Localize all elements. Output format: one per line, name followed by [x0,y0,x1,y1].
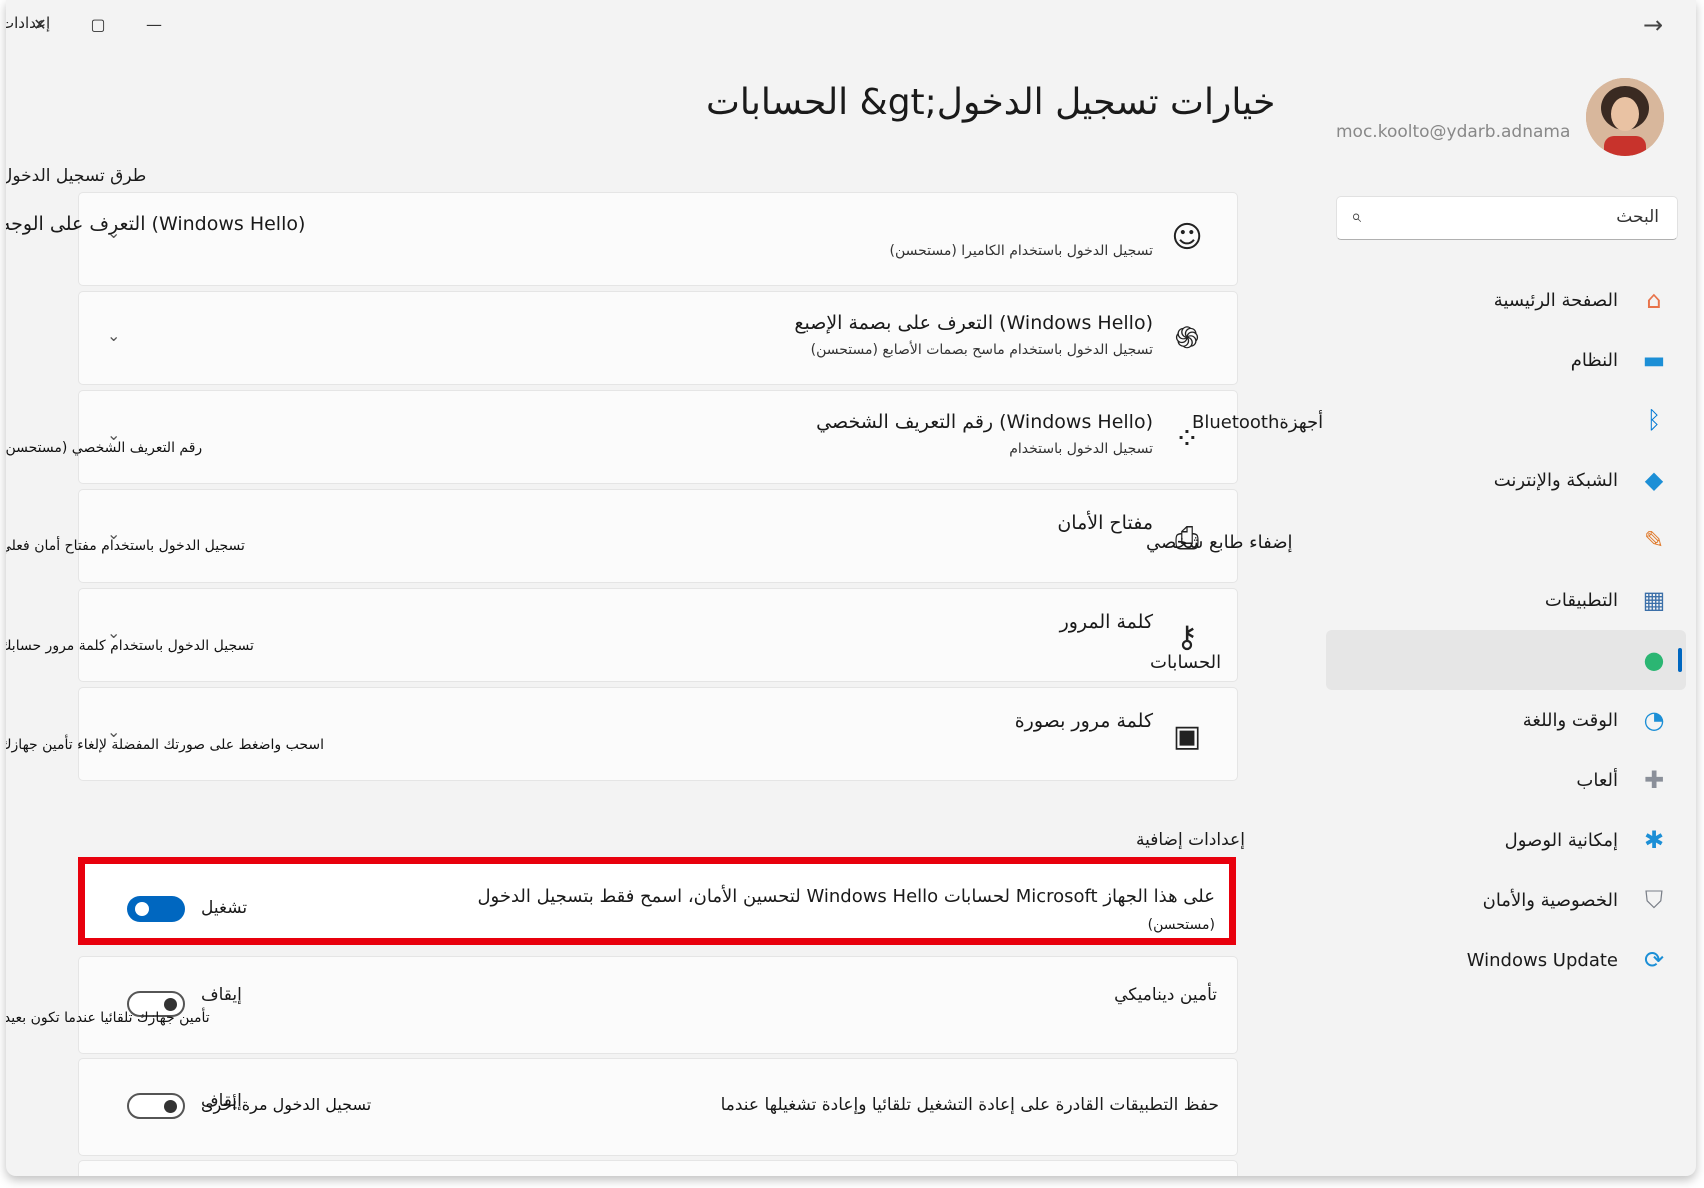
gaming-controller-icon: ✚ [1643,766,1665,794]
sidebar-item-apps[interactable]: التطبيقات ▦ [1326,570,1686,630]
sidebar-item-accounts-label: الحسابات [1150,652,1222,673]
card-title: التعرف على بصمة الإصبع (Windows Hello) [794,312,1153,334]
sidebar-item-personalization-brush[interactable]: ✎ [1326,510,1686,570]
system-display-icon: ▬ [1642,346,1666,374]
sidebar-item-shield[interactable]: الخصوصية والأمان ⛉ [1326,870,1686,930]
sidebar-nav: الصفحة الرئيسية ⌂ النظام ▬ ᛒ الشبكة والإنترنت… [1326,270,1686,990]
chevron-down-icon[interactable]: ⌄ [107,223,120,242]
sidebar-item-label: النظام [1570,349,1618,371]
security-key-card[interactable]: ⎙ مفتاح الأمان ⌄ [78,489,1238,583]
sidebar-item-label: إمكانية الوصول [1504,829,1618,851]
dynamic-lock-card[interactable]: تأمين ديناميكي إيقاف [78,956,1238,1054]
time-language-icon: ◔ [1643,706,1665,734]
home-icon: ⌂ [1646,286,1662,314]
fingerprint-icon: ֍ [1174,320,1200,356]
sidebar-item-windows-update[interactable]: Windows Update ⟳ [1326,930,1686,990]
card-subtitle: تسجيل الدخول باستخدام الكاميرا (مستحسن) [889,243,1153,259]
back-button[interactable]: → [1636,10,1670,40]
sidebar-item-gaming-controller[interactable]: ألعاب ✚ [1326,750,1686,810]
key-icon: ⚷ [1176,619,1198,655]
card-title: مفتاح الأمان [1057,512,1153,534]
setting-subtitle: (مستحسن) [1147,917,1215,933]
sidebar-item-label: Windows Update [1466,949,1618,971]
sidebar-item-wifi[interactable]: الشبكة والإنترنت ◆ [1326,450,1686,510]
bluetooth-icon: ᛒ [1646,406,1662,434]
face-recognition-card[interactable]: ☺ التعرف على الوجه (Windows Hello) تسجيل… [6,192,1238,286]
section-header-additional: إعدادات إضافية [1136,830,1245,850]
settings-window: إعدادات ✕ ▢ — → moc.koolto@ydarb.adnama … [6,0,1696,1176]
next-card-peek [78,1160,1238,1176]
chevron-down-icon[interactable]: ⌄ [107,326,120,345]
windows-hello-only-toggle[interactable] [127,896,185,922]
profile-email: moc.koolto@ydarb.adnama [1336,122,1571,142]
avatar [1586,78,1664,156]
pin-card[interactable]: ⁘ رقم التعريف الشخصي (Windows Hello) تسج… [78,390,1238,484]
windows-hello-only-setting: لتحسين الأمان، اسمح فقط بتسجيل الدخول Wi… [78,857,1236,945]
picture-password-subtitle-overflow: اسحب واضغط على صورتك المفضلة لإلغاء تأمي… [6,737,325,753]
search-icon: ⌕ [1351,206,1362,227]
card-subtitle: تسجيل الدخول باستخدام ماسح بصمات الأصابع… [810,342,1153,358]
card-subtitle: تسجيل الدخول باستخدام [1009,441,1153,457]
toggle-state-label: إيقاف [201,985,242,1005]
sidebar-item-label: التطبيقات [1544,589,1618,611]
card-title: كلمة مرور بصورة [1014,710,1153,732]
close-button[interactable]: ✕ [26,10,54,38]
sidebar-item-label: الخصوصية والأمان [1482,889,1618,911]
maximize-button[interactable]: ▢ [84,10,112,38]
card-title: كلمة المرور [1059,611,1153,633]
restart-apps-toggle[interactable] [127,1093,185,1119]
sidebar-item-label: ألعاب [1576,769,1618,791]
restart-apps-subtitle-overflow: تسجيل الدخول مرة أخرى [201,1095,372,1114]
shield-icon: ⛉ [1645,886,1663,914]
picture-password-card[interactable]: ▣ كلمة مرور بصورة ⌄ [78,687,1238,781]
search-input[interactable]: البحث ⌕ [1336,196,1678,240]
sidebar-item-accessibility[interactable]: إمكانية الوصول ✱ [1326,810,1686,870]
setting-title: لتحسين الأمان، اسمح فقط بتسجيل الدخول Wi… [477,886,1215,907]
accessibility-icon: ✱ [1643,826,1665,854]
search-placeholder: البحث [1616,207,1659,227]
password-subtitle-overflow: تسجيل الدخول باستخدام كلمة مرور حسابك [6,638,254,654]
setting-title: حفظ التطبيقات القادرة على إعادة التشغيل … [720,1095,1219,1115]
sidebar-item-label: الصفحة الرئيسية [1493,289,1618,311]
sidebar-item-personalize-label: إضفاء طابع شخصي [1146,532,1293,553]
minimize-button[interactable]: — [140,10,168,38]
restart-apps-card[interactable]: حفظ التطبيقات القادرة على إعادة التشغيل … [78,1058,1238,1156]
wifi-icon: ◆ [1644,466,1664,494]
sidebar-item-label: الشبكة والإنترنت [1493,469,1618,491]
selected-indicator [1678,648,1682,672]
dynamic-lock-subtitle-overflow: تأمين جهازك تلقائيا عندما تكون بعيدا [6,1010,210,1026]
fingerprint-card[interactable]: ֍ التعرف على بصمة الإصبع (Windows Hello)… [78,291,1238,385]
sidebar-item-bluetooth[interactable]: ᛒ [1326,390,1686,450]
sidebar-item-label: الوقت واللغة [1522,709,1618,731]
password-card[interactable]: ⚷ كلمة المرور ⌄ [78,588,1238,682]
sidebar-item-accounts-person[interactable]: ● [1326,630,1686,690]
accounts-person-icon: ● [1643,646,1665,674]
toggle-state-label: تشغيل [201,898,248,918]
sidebar-item-bluetooth-label: Bluetoothأجهزة [1192,412,1324,433]
picture-icon: ▣ [1172,718,1202,754]
personalization-brush-icon: ✎ [1643,526,1665,554]
sidebar-item-system-display[interactable]: النظام ▬ [1326,330,1686,390]
windows-update-icon: ⟳ [1643,946,1665,974]
section-header-sign-in-ways: طرق تسجيل الدخول [6,166,147,186]
face-smile-icon: ☺ [1171,219,1203,255]
pin-card-subtitle-overflow: رقم التعريف الشخصي (مستحسن) [6,440,203,456]
sidebar-item-home[interactable]: الصفحة الرئيسية ⌂ [1326,270,1686,330]
card-title: رقم التعريف الشخصي (Windows Hello) [816,411,1153,433]
security-key-subtitle-overflow: تسجيل الدخول باستخدام مفتاح أمان فعلي [6,538,245,554]
setting-title: تأمين ديناميكي [1114,985,1217,1005]
page-title: الحسابات &gt;خيارات تسجيل الدخول [706,82,1276,123]
card-title: التعرف على الوجه (Windows Hello) [6,213,306,235]
sidebar-item-time-language[interactable]: الوقت واللغة ◔ [1326,690,1686,750]
apps-icon: ▦ [1642,586,1666,614]
